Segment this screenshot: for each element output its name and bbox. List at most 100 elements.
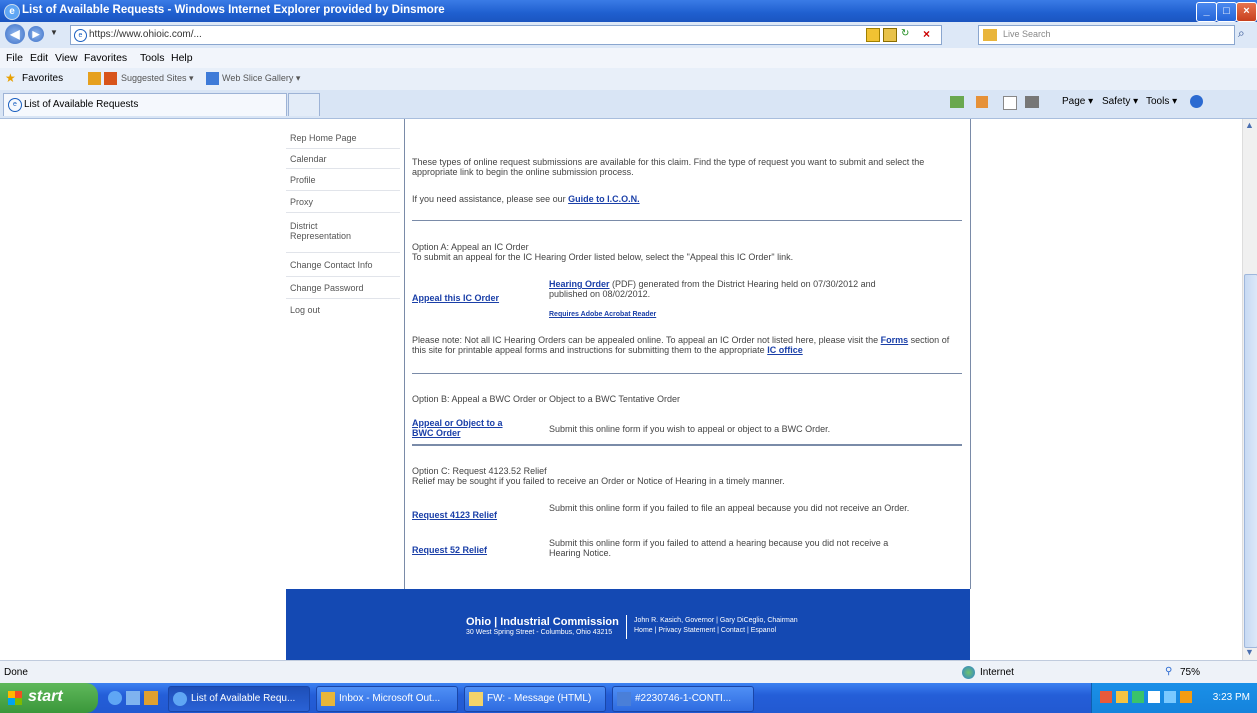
page-content: Rep Home Page Calendar Profile Proxy Dis…	[0, 119, 1242, 660]
zoom-icon[interactable]: ⚲	[1165, 666, 1172, 677]
tools-menu[interactable]: Tools ▾	[1146, 96, 1177, 107]
search-button[interactable]: ⌕	[1238, 26, 1245, 41]
hearing-order-link[interactable]: Hearing Order	[549, 279, 610, 289]
lock-icon[interactable]	[883, 28, 897, 42]
minimize-button[interactable]: _	[1196, 2, 1217, 22]
menu-view[interactable]: View	[55, 52, 78, 64]
request-4123-relief-link[interactable]: Request 4123 Relief	[412, 510, 497, 520]
menu-favorites[interactable]: Favorites	[84, 52, 127, 64]
taskbar-item-ie[interactable]: List of Available Requ...	[168, 686, 310, 712]
taskbar-item-message[interactable]: FW: - Message (HTML)	[464, 686, 606, 712]
site-icon: e	[74, 29, 87, 42]
taskbar: start List of Available Requ... Inbox - …	[0, 683, 1257, 713]
nav-log-out[interactable]: Log out	[286, 299, 400, 325]
ic-office-link[interactable]: IC office	[767, 345, 803, 355]
favorites-button[interactable]: Favorites	[22, 73, 63, 84]
stop-icon[interactable]: ×	[923, 27, 930, 41]
nav-change-password[interactable]: Change Password	[286, 277, 400, 299]
scroll-down-icon[interactable]: ▼	[1245, 647, 1254, 657]
help-icon[interactable]	[1190, 95, 1203, 108]
tray-icon[interactable]	[1116, 691, 1128, 703]
assist-text: If you need assistance, please see our	[412, 194, 566, 204]
history-dropdown-icon[interactable]: ▼	[50, 28, 58, 37]
tray-icon[interactable]	[1164, 691, 1176, 703]
hearing-order-line: Hearing Order (PDF) generated from the D…	[549, 279, 914, 299]
divider	[412, 220, 962, 221]
safety-menu[interactable]: Safety ▾	[1102, 96, 1138, 107]
option-c-heading: Option C: Request 4123.52 Relief	[412, 466, 547, 476]
read-mail-icon[interactable]	[1003, 96, 1017, 110]
favorites-bar: ★ Favorites Suggested Sites ▾ Web Slice …	[0, 68, 1257, 91]
guide-link[interactable]: Guide to I.C.O.N.	[568, 194, 640, 204]
menu-file[interactable]: File	[6, 52, 23, 64]
request-52-desc: Submit this online form if you failed to…	[549, 538, 889, 558]
request-52-relief-link[interactable]: Request 52 Relief	[412, 545, 487, 555]
add-favorite-icon[interactable]	[88, 72, 101, 85]
assist-line: If you need assistance, please see our G…	[412, 194, 962, 204]
forward-button[interactable]: ▶	[28, 26, 44, 42]
footer-officials: John R. Kasich, Governor | Gary DiCeglio…	[634, 617, 798, 624]
adobe-reader-link[interactable]: Requires Adobe Acrobat Reader	[549, 311, 656, 318]
nav-profile[interactable]: Profile	[286, 169, 400, 191]
refresh-icon[interactable]: ↻	[901, 28, 909, 39]
quicklaunch-desktop-icon[interactable]	[126, 691, 140, 705]
vertical-scrollbar[interactable]: ▲ ▼	[1242, 119, 1257, 660]
security-zone: Internet	[980, 667, 1014, 678]
option-b-desc: Submit this online form if you wish to a…	[549, 424, 831, 434]
tray-icon[interactable]	[1100, 691, 1112, 703]
menu-edit[interactable]: Edit	[30, 52, 48, 64]
option-a-desc: To submit an appeal for the IC Hearing O…	[412, 252, 794, 262]
footer-links[interactable]: Home | Privacy Statement | Contact | Esp…	[634, 627, 776, 634]
option-a-heading: Option A: Appeal an IC Order	[412, 242, 529, 252]
forms-link[interactable]: Forms	[881, 335, 909, 345]
nav-change-contact-info[interactable]: Change Contact Info	[286, 253, 400, 277]
menu-help[interactable]: Help	[171, 52, 193, 64]
taskbar-item-outlook[interactable]: Inbox - Microsoft Out...	[316, 686, 458, 712]
scroll-up-icon[interactable]: ▲	[1245, 120, 1254, 130]
outlook-icon	[321, 692, 335, 706]
nav-calendar[interactable]: Calendar	[286, 149, 400, 169]
quicklaunch-ie-icon[interactable]	[108, 691, 122, 705]
suggested-sites-link[interactable]: Suggested Sites ▾	[121, 73, 194, 84]
request-4123-desc: Submit this online form if you failed to…	[549, 503, 910, 513]
scroll-thumb[interactable]	[1244, 274, 1257, 648]
tray-icon[interactable]	[1148, 691, 1160, 703]
tab-list-of-available-requests[interactable]: e List of Available Requests	[3, 93, 287, 116]
tray-icon[interactable]	[1132, 691, 1144, 703]
left-nav: Rep Home Page Calendar Profile Proxy Dis…	[286, 119, 405, 589]
appeal-bwc-order-link[interactable]: Appeal or Object to a BWC Order	[412, 418, 522, 438]
back-button[interactable]: ◀	[5, 24, 25, 44]
tab-bar: e List of Available Requests Page ▾ Safe…	[0, 90, 1257, 119]
search-input[interactable]: Live Search	[978, 25, 1235, 45]
nav-proxy[interactable]: Proxy	[286, 191, 400, 213]
page-menu[interactable]: Page ▾	[1062, 96, 1093, 107]
menu-tools[interactable]: Tools	[140, 52, 165, 64]
zoom-level[interactable]: 75%	[1180, 667, 1200, 678]
divider	[412, 444, 962, 446]
close-button[interactable]: ×	[1236, 2, 1257, 22]
live-search-icon	[983, 29, 997, 41]
address-input[interactable]: e https://www.ohioic.com/... ↻ ×	[70, 25, 942, 45]
taskbar-item-document[interactable]: #2230746-1-CONTI...	[612, 686, 754, 712]
print-icon[interactable]	[1025, 96, 1039, 108]
tray-icon[interactable]	[1180, 691, 1192, 703]
title-bar: e List of Available Requests - Windows I…	[0, 0, 1257, 22]
compatibility-icon[interactable]	[866, 28, 880, 42]
new-tab-button[interactable]	[288, 93, 320, 116]
quicklaunch-outlook-icon[interactable]	[144, 691, 158, 705]
home-icon[interactable]	[950, 96, 964, 108]
maximize-button[interactable]: □	[1216, 2, 1237, 22]
web-slice-gallery-link[interactable]: Web Slice Gallery ▾	[222, 73, 300, 84]
system-tray: 3:23 PM	[1091, 683, 1257, 713]
footer-divider	[626, 615, 627, 639]
feeds-icon[interactable]	[976, 96, 988, 108]
window-title: List of Available Requests - Windows Int…	[22, 4, 445, 16]
footer-address: 30 West Spring Street - Columbus, Ohio 4…	[466, 629, 613, 636]
nav-rep-home-page[interactable]: Rep Home Page	[286, 127, 400, 149]
appeal-ic-order-link[interactable]: Appeal this IC Order	[412, 293, 499, 303]
web-slice-icon	[206, 72, 219, 85]
globe-icon	[962, 666, 975, 679]
suggested-sites-icon	[104, 72, 117, 85]
nav-district-representation[interactable]: District Representation	[286, 213, 400, 253]
start-button[interactable]: start	[0, 683, 98, 713]
